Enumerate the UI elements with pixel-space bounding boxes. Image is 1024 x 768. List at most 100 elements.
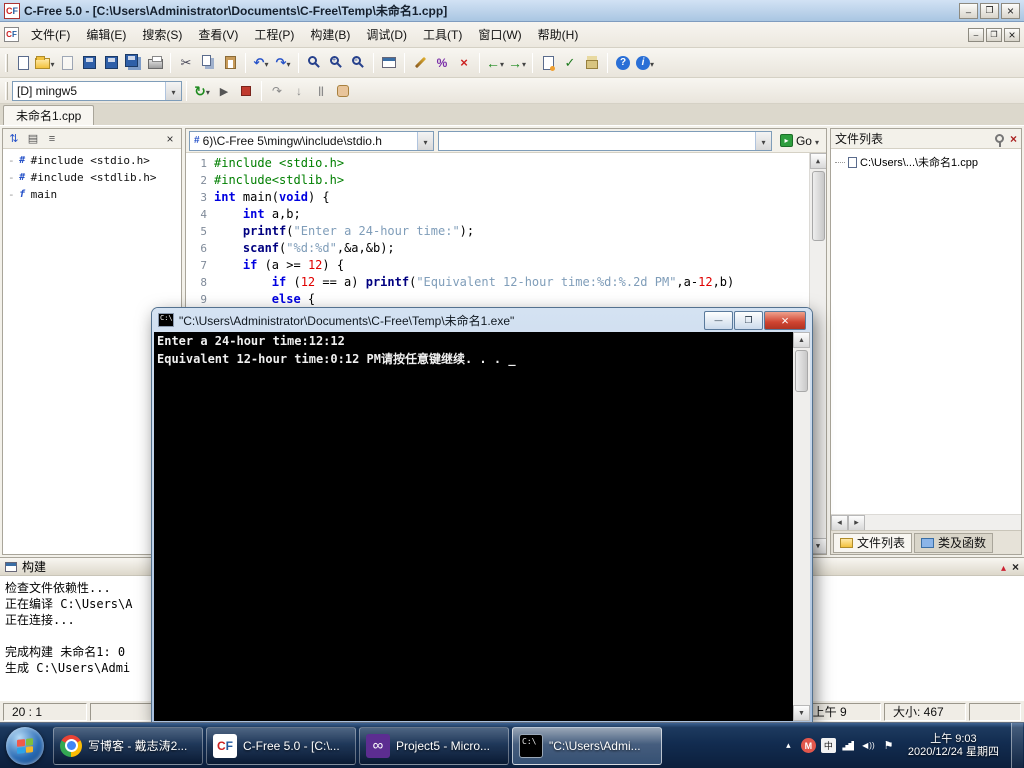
code-line[interactable]: 3int main(void) {: [186, 189, 809, 206]
console-title-bar[interactable]: "C:\Users\Administrator\Documents\C-Free…: [152, 308, 812, 332]
dropdown-arrow-icon[interactable]: [815, 134, 819, 148]
save-all-icon[interactable]: [122, 52, 144, 74]
menu-item[interactable]: 文件(F): [23, 23, 78, 46]
save-icon[interactable]: [78, 52, 100, 74]
float-pane-icon[interactable]: [1001, 560, 1006, 574]
menu-item[interactable]: 工程(P): [246, 23, 302, 46]
taskbar-button[interactable]: 写博客 - 戴志涛2...: [53, 727, 203, 765]
sort-icon[interactable]: [6, 131, 22, 147]
close-pane-icon[interactable]: [1012, 560, 1019, 574]
print-icon[interactable]: [144, 52, 166, 74]
code-line[interactable]: 5 printf("Enter a 24-hour time:");: [186, 223, 809, 240]
code-line[interactable]: 4 int a,b;: [186, 206, 809, 223]
dropdown-arrow-icon[interactable]: [165, 82, 181, 100]
menu-item[interactable]: 调试(D): [358, 23, 415, 46]
input-method-icon[interactable]: [821, 738, 836, 753]
navigate-forward-icon[interactable]: [506, 52, 528, 74]
rebuild-icon[interactable]: [191, 80, 213, 102]
code-line[interactable]: 6 scanf("%d:%d",&a,&b);: [186, 240, 809, 257]
find-in-files-icon[interactable]: [347, 52, 369, 74]
hidden-icons-icon[interactable]: [781, 738, 796, 753]
symbol-item[interactable]: #include <stdio.h>: [3, 152, 181, 169]
package-icon[interactable]: [581, 52, 603, 74]
code-line[interactable]: 8 if (12 == a) printf("Equivalent 12-hou…: [186, 274, 809, 291]
code-line[interactable]: 7 if (a >= 12) {: [186, 257, 809, 274]
close-file-icon[interactable]: [56, 52, 78, 74]
tab-unnamed1-cpp[interactable]: 未命名1.cpp: [3, 105, 94, 125]
debug-hand-icon[interactable]: [332, 80, 354, 102]
close-panel-icon[interactable]: [1010, 132, 1017, 146]
start-button[interactable]: [6, 727, 44, 765]
run-icon[interactable]: [213, 80, 235, 102]
file-tree-item[interactable]: C:\Users\...\未命名1.cpp: [831, 149, 1021, 170]
taskbar-button[interactable]: "C:\Users\Admi...: [512, 727, 662, 765]
show-desktop-button[interactable]: [1011, 723, 1023, 768]
mdi-restore-button[interactable]: [986, 28, 1002, 42]
file-panel-header[interactable]: 文件列表: [831, 129, 1021, 149]
taskbar-button[interactable]: C-Free 5.0 - [C:\...: [206, 727, 356, 765]
find-icon[interactable]: [303, 52, 325, 74]
file-panel-hscrollbar[interactable]: [831, 514, 1021, 530]
maximize-button[interactable]: [980, 3, 999, 19]
find-next-icon[interactable]: [325, 52, 347, 74]
dropdown-arrow-icon[interactable]: [417, 132, 433, 150]
pause-icon[interactable]: [310, 80, 332, 102]
open-file-icon[interactable]: [34, 52, 56, 74]
menu-item[interactable]: 查看(V): [190, 23, 246, 46]
symbol-nav-combo[interactable]: 6)\C-Free 5\mingw\include\stdio.h: [189, 131, 434, 151]
scroll-thumb[interactable]: [812, 171, 825, 241]
go-button[interactable]: Go: [776, 131, 823, 151]
scroll-down-icon[interactable]: [793, 705, 810, 721]
close-panel-icon[interactable]: [162, 131, 178, 147]
step-over-icon[interactable]: [266, 80, 288, 102]
menu-item[interactable]: 构建(B): [302, 23, 358, 46]
network-icon[interactable]: [841, 738, 856, 753]
toolbar-grip[interactable]: [5, 82, 8, 100]
scroll-up-icon[interactable]: [810, 153, 827, 169]
build-options-icon[interactable]: [431, 52, 453, 74]
group-view-icon[interactable]: [25, 131, 41, 147]
menu-item[interactable]: 窗口(W): [470, 23, 529, 46]
code-line[interactable]: 9 else {: [186, 291, 809, 308]
console-minimize-button[interactable]: [704, 311, 733, 330]
scroll-left-icon[interactable]: [831, 515, 848, 531]
undo-icon[interactable]: [250, 52, 272, 74]
symbol-item[interactable]: main: [3, 186, 181, 203]
console-maximize-button[interactable]: [734, 311, 763, 330]
goto-combo[interactable]: [438, 131, 772, 151]
minimize-button[interactable]: [959, 3, 978, 19]
tab-classes-functions[interactable]: 类及函数: [914, 533, 993, 553]
save-as-icon[interactable]: [100, 52, 122, 74]
build-config-combo[interactable]: [D] mingw5: [12, 81, 182, 101]
format-icon[interactable]: [409, 52, 431, 74]
taskbar-button[interactable]: Project5 - Micro...: [359, 727, 509, 765]
cut-icon[interactable]: [175, 52, 197, 74]
new-project-icon[interactable]: [537, 52, 559, 74]
tab-file-list[interactable]: 文件列表: [833, 533, 912, 553]
navigate-back-icon[interactable]: [484, 52, 506, 74]
mdi-minimize-button[interactable]: [968, 28, 984, 42]
console-scrollbar[interactable]: [793, 332, 810, 721]
menu-item[interactable]: 帮助(H): [530, 23, 587, 46]
pin-icon[interactable]: [995, 134, 1004, 143]
scroll-right-icon[interactable]: [848, 515, 865, 531]
title-bar[interactable]: C-Free 5.0 - [C:\Users\Administrator\Doc…: [0, 0, 1024, 22]
scroll-up-icon[interactable]: [793, 332, 810, 348]
scroll-thumb[interactable]: [795, 350, 808, 392]
code-line[interactable]: 1#include <stdio.h>: [186, 155, 809, 172]
step-into-icon[interactable]: [288, 80, 310, 102]
volume-icon[interactable]: [861, 738, 876, 753]
mdi-close-button[interactable]: [1004, 28, 1020, 42]
console-window[interactable]: "C:\Users\Administrator\Documents\C-Free…: [152, 308, 812, 723]
paste-icon[interactable]: [219, 52, 241, 74]
menu-item[interactable]: 编辑(E): [78, 23, 134, 46]
window-list-icon[interactable]: [378, 52, 400, 74]
list-view-icon[interactable]: [44, 131, 60, 147]
console-close-button[interactable]: [764, 311, 806, 330]
copy-icon[interactable]: [197, 52, 219, 74]
stop-build-icon[interactable]: [453, 52, 475, 74]
dropdown-arrow-icon[interactable]: [755, 132, 771, 150]
code-line[interactable]: 2#include<stdlib.h>: [186, 172, 809, 189]
menu-item[interactable]: 搜索(S): [134, 23, 190, 46]
tray-app-icon[interactable]: [801, 738, 816, 753]
